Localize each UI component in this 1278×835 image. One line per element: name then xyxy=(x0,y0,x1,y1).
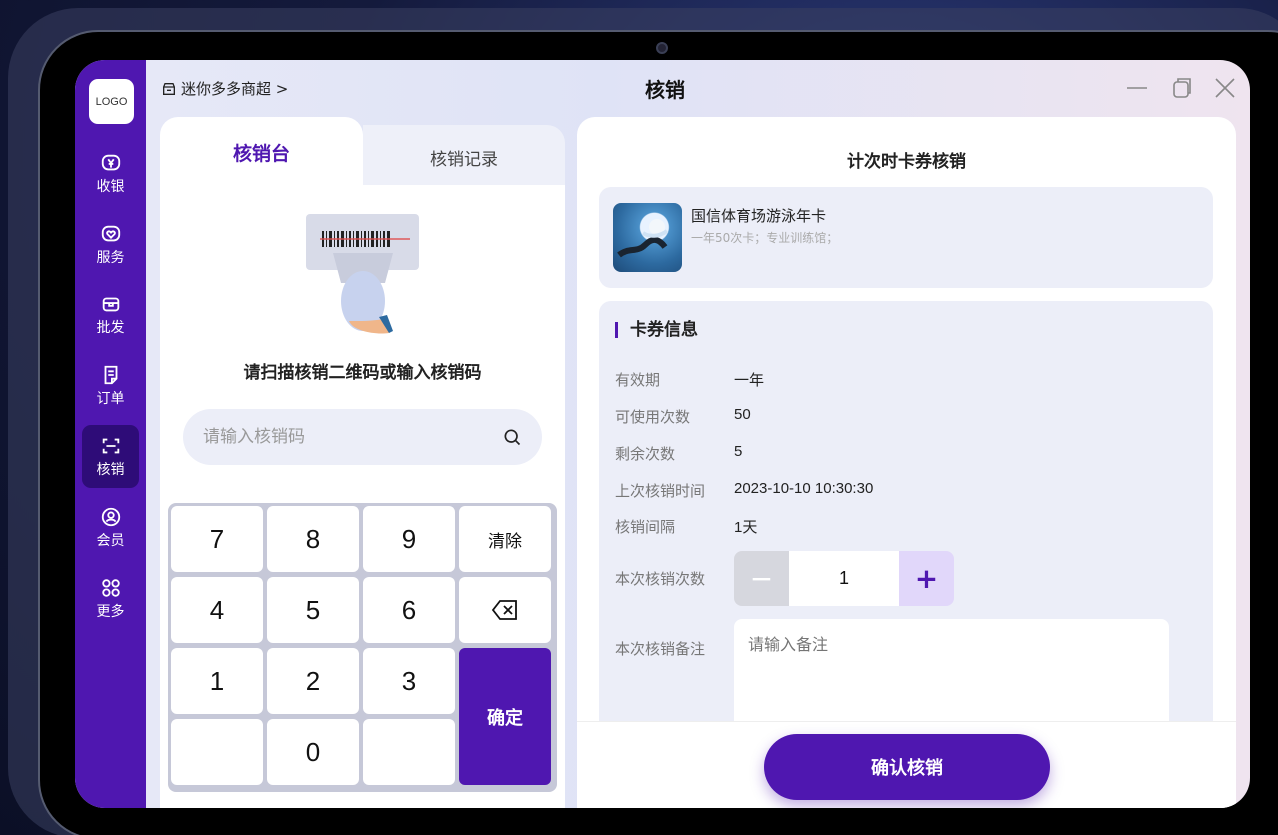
redeem-code-input[interactable] xyxy=(203,427,502,447)
close-icon[interactable] xyxy=(1213,76,1237,100)
scan-prompt: 请扫描核销二维码或输入核销码 xyxy=(243,363,482,383)
sidebar-item-label: 批发 xyxy=(96,319,125,336)
tab-redeem-console[interactable]: 核销台 xyxy=(160,117,363,187)
scan-icon xyxy=(102,438,119,453)
sidebar-item-label: 收银 xyxy=(96,178,125,195)
redeem-interval-label: 核销间隔 xyxy=(615,518,676,536)
validity-label: 有效期 xyxy=(615,371,661,389)
store-selector[interactable]: 迷你多多商超 > xyxy=(161,78,288,99)
numeric-keypad: 7 8 9 清除 4 5 6 1 2 3 确定 0 xyxy=(168,503,557,792)
key-2[interactable]: 2 xyxy=(267,648,359,714)
search-icon[interactable] xyxy=(502,427,522,447)
redeem-interval-value: 1天 xyxy=(734,519,758,536)
sidebar: LOGO 收银 服务 批发 订单 核销 会员 更多 xyxy=(75,60,146,808)
key-9[interactable]: 9 xyxy=(363,506,455,572)
sidebar-item-service[interactable]: 服务 xyxy=(82,213,139,276)
sidebar-item-label: 更多 xyxy=(96,603,125,620)
redeem-detail-panel: 计次时卡券核销 国信体育场游泳年卡 一年50次卡；专业训练馆； 卡券信息 有效期… xyxy=(577,117,1236,808)
member-icon xyxy=(101,507,120,526)
key-4[interactable]: 4 xyxy=(171,577,263,643)
sidebar-item-label: 服务 xyxy=(96,249,125,266)
key-backspace[interactable] xyxy=(459,577,551,643)
sidebar-item-member[interactable]: 会员 xyxy=(82,496,139,559)
sidebar-item-label: 会员 xyxy=(96,532,125,549)
redeem-console-panel: 核销记录 核销台 请扫描核销二维码或输入核销码 请输入核销码 7 8 9 清除 … xyxy=(160,117,565,808)
key-blank-right[interactable] xyxy=(363,719,455,785)
app-screen: LOGO 收银 服务 批发 订单 核销 会员 更多 迷你多多商超 > 核销 核销… xyxy=(75,60,1250,808)
camera-icon xyxy=(656,42,668,54)
store-icon xyxy=(163,82,175,95)
last-redeem-time-label: 上次核销时间 xyxy=(615,482,706,500)
action-bar: 确认核销 xyxy=(577,721,1236,808)
decrement-button[interactable]: − xyxy=(734,551,789,606)
confirm-redeem-button[interactable]: 确认核销 xyxy=(764,734,1050,800)
key-blank-left[interactable] xyxy=(171,719,263,785)
logo: LOGO xyxy=(89,79,134,124)
sidebar-item-label: 核销 xyxy=(96,461,125,478)
document-icon xyxy=(104,365,117,384)
validity-value: 一年 xyxy=(734,372,765,389)
store-name: 迷你多多商超 > xyxy=(181,80,289,98)
minimize-icon[interactable] xyxy=(1125,76,1149,100)
usable-count-label: 可使用次数 xyxy=(615,408,691,426)
backspace-icon xyxy=(491,600,517,620)
page-title: 核销 xyxy=(645,78,685,102)
last-redeem-time-value: 2023-10-10 10:30:30 xyxy=(734,480,874,497)
sidebar-item-cashier[interactable]: 收银 xyxy=(82,142,139,205)
barcode-scanner-icon xyxy=(306,214,419,334)
sidebar-item-label: 订单 xyxy=(96,390,125,407)
sidebar-item-more[interactable]: 更多 xyxy=(82,567,139,630)
usable-count-value: 50 xyxy=(734,406,751,423)
redeem-count-label: 本次核销次数 xyxy=(615,570,706,588)
sidebar-item-orders[interactable]: 订单 xyxy=(82,354,139,417)
redeem-count-value[interactable]: 1 xyxy=(789,551,899,606)
grid-icon xyxy=(101,578,120,597)
redeem-count-stepper: − 1 + xyxy=(734,551,954,606)
section-heading: 卡券信息 xyxy=(615,322,698,339)
swimming-card-image xyxy=(613,203,682,272)
key-5[interactable]: 5 xyxy=(267,577,359,643)
sidebar-item-redeem[interactable]: 核销 xyxy=(82,425,139,488)
yen-icon xyxy=(101,154,120,170)
console-body: 请扫描核销二维码或输入核销码 7 8 9 清除 4 5 6 1 2 3 确定 xyxy=(160,185,565,808)
restore-icon[interactable] xyxy=(1170,76,1194,100)
box-icon xyxy=(102,297,119,311)
key-clear[interactable]: 清除 xyxy=(459,506,551,572)
tab-redeem-records[interactable]: 核销记录 xyxy=(363,125,565,187)
key-6[interactable]: 6 xyxy=(363,577,455,643)
key-0[interactable]: 0 xyxy=(267,719,359,785)
remark-label: 本次核销备注 xyxy=(615,640,706,658)
remaining-count-label: 剩余次数 xyxy=(615,445,676,463)
redeem-code-search[interactable] xyxy=(183,409,542,465)
card-description: 一年50次卡；专业训练馆； xyxy=(691,231,839,245)
key-1[interactable]: 1 xyxy=(171,648,263,714)
panel-title: 计次时卡券核销 xyxy=(847,152,966,172)
key-confirm[interactable]: 确定 xyxy=(459,648,551,785)
increment-button[interactable]: + xyxy=(899,551,954,606)
key-8[interactable]: 8 xyxy=(267,506,359,572)
card-name: 国信体育场游泳年卡 xyxy=(691,207,827,225)
card-summary: 国信体育场游泳年卡 一年50次卡；专业训练馆； xyxy=(599,187,1213,288)
key-7[interactable]: 7 xyxy=(171,506,263,572)
sidebar-item-wholesale[interactable]: 批发 xyxy=(82,283,139,346)
key-3[interactable]: 3 xyxy=(363,648,455,714)
remaining-count-value: 5 xyxy=(734,443,743,460)
heart-icon xyxy=(101,225,120,241)
